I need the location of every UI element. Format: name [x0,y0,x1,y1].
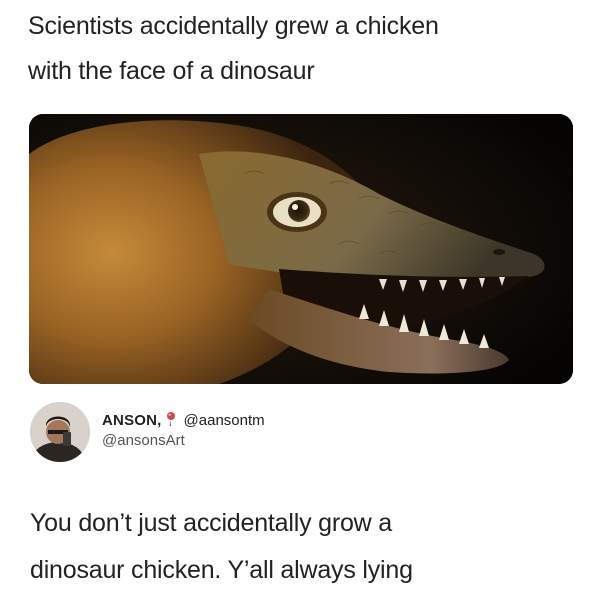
tweet-author: ANSON, @aansontm @ansonsArt [30,402,570,464]
dinosaur-head-illustration [29,114,573,384]
avatar-photo-icon [30,402,90,462]
tweet-line-2: dinosaur chicken. Y’all always lying [30,556,413,584]
name-handle: @aansontm [183,412,265,429]
name-row: ANSON, @aansontm [102,411,265,430]
meme-post: Scientists accidentally grew a chicken w… [0,0,600,600]
headline-line-1: Scientists accidentally grew a chicken [28,12,439,40]
pin-emoji-icon [163,411,179,427]
post-headline: Scientists accidentally grew a chicken w… [28,4,578,94]
user-handle[interactable]: @ansonsArt [102,432,185,450]
display-name[interactable]: ANSON, [102,412,162,429]
avatar[interactable] [30,402,90,462]
tweet-text: You don’t just accidentally grow a dinos… [30,500,575,594]
headline-line-2: with the face of a dinosaur [28,57,315,85]
dinosaur-chicken-photo[interactable] [29,114,573,384]
tweet-line-1: You don’t just accidentally grow a [30,509,392,537]
